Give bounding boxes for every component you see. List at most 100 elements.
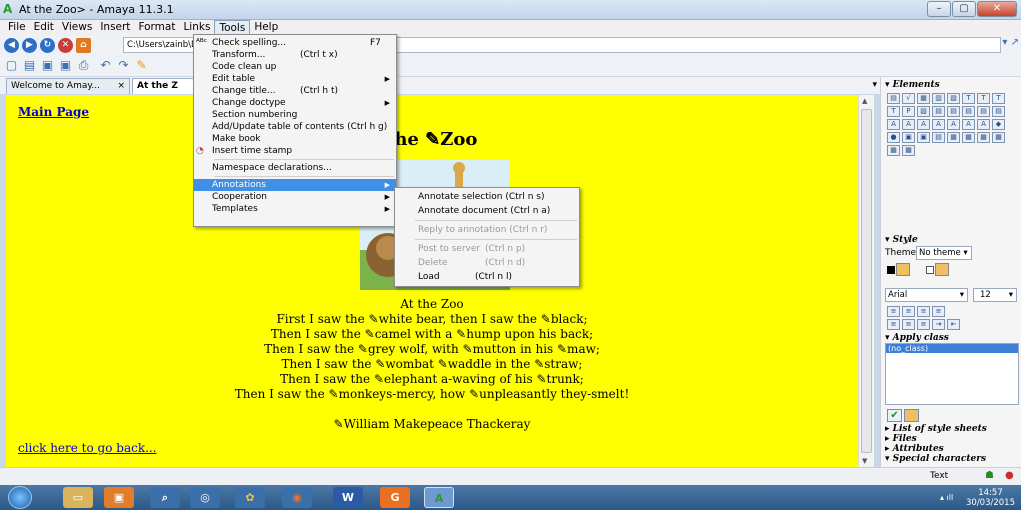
style-sheets-section[interactable]: ▸ List of style sheets <box>885 424 987 434</box>
menu-item-change-doctype[interactable]: Change doctype ▶ <box>194 97 396 109</box>
new-document-icon[interactable]: ▢ <box>4 58 19 73</box>
menu-item-namespace-declarations[interactable]: Namespace declarations... <box>194 162 396 174</box>
menu-item-annotate-selection[interactable]: Annotate selection (Ctrl n s) <box>395 190 579 204</box>
attributes-section[interactable]: ▸ Attributes <box>885 444 944 454</box>
menu-format[interactable]: Format <box>134 20 179 35</box>
back-icon[interactable]: ◀ <box>4 38 19 53</box>
element-button[interactable]: A <box>962 119 975 130</box>
align-center-button[interactable]: ≡ <box>902 306 915 317</box>
main-page-link[interactable]: Main Page <box>18 105 89 119</box>
tab-close-icon[interactable]: × <box>117 81 125 92</box>
element-button[interactable]: ▥ <box>932 93 945 104</box>
paint-icon[interactable]: ✿ <box>235 487 265 508</box>
element-button[interactable]: √ <box>902 93 915 104</box>
element-button[interactable]: ▦ <box>902 145 915 156</box>
file-explorer-icon[interactable]: ▭ <box>63 487 93 508</box>
menu-insert[interactable]: Insert <box>96 20 134 35</box>
document-scrollbar[interactable]: ▲ ▼ <box>858 95 874 467</box>
element-button[interactable]: A <box>977 119 990 130</box>
menu-item-transform[interactable]: Transform... (Ctrl t x) <box>194 49 396 61</box>
element-button[interactable]: ▤ <box>932 106 945 117</box>
element-button[interactable]: ◆ <box>992 119 1005 130</box>
special-characters-section[interactable]: ▾ Special characters <box>885 454 986 464</box>
element-button[interactable]: ▦ <box>887 145 900 156</box>
files-section[interactable]: ▸ Files <box>885 434 917 444</box>
reload-icon[interactable]: ↻ <box>40 38 55 53</box>
menu-edit[interactable]: Edit <box>30 20 58 35</box>
tabs-list-icon[interactable]: ▾ <box>872 80 877 90</box>
menu-item-cooperation[interactable]: Cooperation ▶ <box>194 191 396 203</box>
element-button[interactable]: ● <box>887 132 900 143</box>
undo-icon[interactable]: ↶ <box>98 58 113 73</box>
apply-class-section-title[interactable]: ▾ Apply class <box>885 333 949 343</box>
class-list-item[interactable]: (no_class) <box>886 344 1018 353</box>
element-button[interactable]: ▦ <box>992 132 1005 143</box>
element-button[interactable]: T <box>992 93 1005 104</box>
menu-item-change-title[interactable]: Change title... (Ctrl h t) <box>194 85 396 97</box>
element-button[interactable]: ▤ <box>887 93 900 104</box>
scroll-down-icon[interactable]: ▼ <box>862 457 867 465</box>
menu-item-edit-table[interactable]: Edit table ▶ <box>194 73 396 85</box>
list-button[interactable]: ≡ <box>887 319 900 330</box>
element-button[interactable]: ▦ <box>917 93 930 104</box>
element-button[interactable]: ▨ <box>917 106 930 117</box>
home-icon[interactable]: ⌂ <box>76 38 91 53</box>
style-brush-icon[interactable] <box>904 409 919 422</box>
menu-item-check-spelling[interactable]: ᴬᴮᶜ Check spelling... F7 <box>194 37 396 49</box>
menu-item-templates[interactable]: Templates ▶ <box>194 203 396 215</box>
amaya-taskbar-icon[interactable]: A <box>424 487 454 508</box>
list-button[interactable]: ≡ <box>902 319 915 330</box>
element-button[interactable]: ▤ <box>962 106 975 117</box>
system-clock[interactable]: 14:57 30/03/2015 <box>966 488 1015 508</box>
tab-welcome[interactable]: Welcome to Amay... × <box>6 78 130 94</box>
element-button[interactable]: ▦ <box>947 132 960 143</box>
pdf-app-icon[interactable]: G <box>380 487 410 508</box>
theme-select[interactable]: No theme ▾ <box>916 246 972 260</box>
redo-icon[interactable]: ↷ <box>116 58 131 73</box>
go-back-link[interactable]: click here to go back... <box>18 441 157 455</box>
element-button[interactable]: ▦ <box>962 132 975 143</box>
element-button[interactable]: A <box>887 119 900 130</box>
element-button[interactable]: ▦ <box>977 132 990 143</box>
search-icon[interactable]: ⌕ <box>150 487 180 508</box>
maximize-button[interactable]: ▢ <box>952 1 976 17</box>
justify-button[interactable]: ≡ <box>932 306 945 317</box>
menu-help[interactable]: Help <box>250 20 282 35</box>
list-button[interactable]: ≡ <box>917 319 930 330</box>
menu-item-load[interactable]: Load (Ctrl n l) <box>395 270 579 284</box>
element-button[interactable]: ▤ <box>992 106 1005 117</box>
font-size-select[interactable]: 12 ▾ <box>973 288 1017 302</box>
element-button[interactable]: A <box>932 119 945 130</box>
class-list[interactable]: (no_class) <box>885 343 1019 405</box>
forward-icon[interactable]: ▶ <box>22 38 37 53</box>
media-player-icon[interactable]: ▣ <box>104 487 134 508</box>
menu-links[interactable]: Links <box>179 20 214 35</box>
menu-item-table-of-contents[interactable]: Add/Update table of contents (Ctrl h g) <box>194 121 396 133</box>
word-icon[interactable]: W <box>333 487 363 508</box>
menu-item-section-numbering[interactable]: Section numbering <box>194 109 396 121</box>
element-button[interactable]: ▤ <box>947 106 960 117</box>
element-button[interactable]: ▤ <box>932 132 945 143</box>
scrollbar-thumb[interactable] <box>861 109 872 453</box>
save-as-icon[interactable]: ▣ <box>58 58 73 73</box>
element-button[interactable]: A <box>917 119 930 130</box>
elements-section-title[interactable]: ▾ Elements <box>885 80 940 90</box>
element-button[interactable]: ▤ <box>977 106 990 117</box>
element-button[interactable]: T <box>977 93 990 104</box>
menu-item-make-book[interactable]: Make book <box>194 133 396 145</box>
color-picker-icon[interactable] <box>896 263 910 276</box>
menu-item-insert-time-stamp[interactable]: ◔ Insert time stamp <box>194 145 396 157</box>
bg-color-picker-icon[interactable] <box>935 263 949 276</box>
print-icon[interactable]: ⎙ <box>76 58 91 73</box>
menu-tools[interactable]: Tools <box>214 20 251 35</box>
network-app-icon[interactable]: ◎ <box>190 487 220 508</box>
menu-item-annotate-document[interactable]: Annotate document (Ctrl n a) <box>395 204 579 218</box>
indent-button[interactable]: ⇥ <box>932 319 945 330</box>
element-button[interactable]: T <box>962 93 975 104</box>
element-button[interactable]: ▣ <box>917 132 930 143</box>
tab-at-the-zoo[interactable]: At the Z <box>132 78 194 94</box>
background-color-swatch[interactable] <box>926 266 934 274</box>
align-left-button[interactable]: ≡ <box>887 306 900 317</box>
stop-icon[interactable]: ✕ <box>58 38 73 53</box>
font-family-select[interactable]: Arial ▾ <box>885 288 968 302</box>
